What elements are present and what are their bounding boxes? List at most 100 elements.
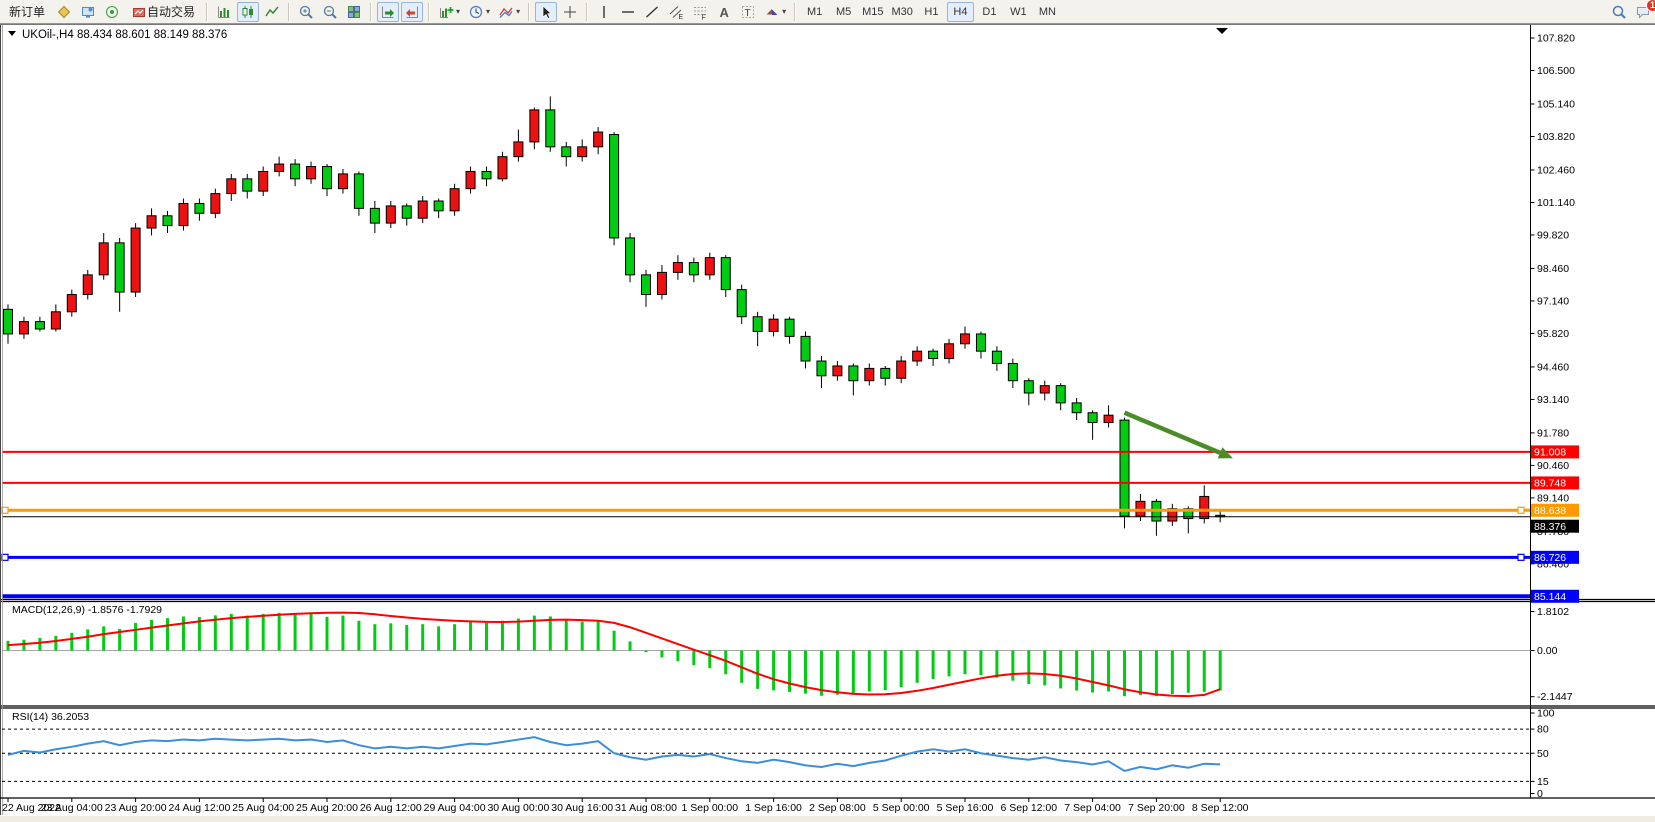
rsi-label: RSI(14) 36.2053	[12, 711, 89, 723]
bear-candle	[737, 290, 746, 317]
time-tick-label: 5 Sep 00:00	[873, 802, 930, 814]
bear-candle	[562, 147, 571, 157]
bear-candle	[482, 171, 491, 178]
macd-histogram-bar	[357, 621, 360, 651]
bull-candle	[147, 216, 156, 228]
macd-histogram-bar	[1171, 651, 1174, 695]
macd-histogram-bar	[86, 629, 89, 650]
macd-histogram-bar	[756, 651, 759, 689]
price-tick-label: 105.140	[1537, 98, 1575, 110]
price-tick-label: 99.820	[1537, 229, 1569, 241]
time-tick-label: 2 Sep 08:00	[809, 802, 866, 814]
macd-histogram-bar	[708, 651, 711, 669]
hline-handle[interactable]	[1518, 554, 1524, 560]
macd-histogram-bar	[1219, 651, 1222, 691]
bull-candle	[530, 110, 539, 142]
macd-histogram-bar	[421, 624, 424, 650]
macd-histogram-bar	[182, 616, 185, 650]
bull-candle	[275, 164, 284, 171]
bear-candle	[434, 201, 443, 211]
bear-candle	[1008, 363, 1017, 380]
macd-histogram-bar	[1075, 651, 1078, 691]
price-tick-label: 106.500	[1537, 65, 1575, 77]
rsi-tick-label: 50	[1537, 748, 1549, 760]
macd-histogram-bar	[916, 651, 919, 683]
macd-histogram-bar	[469, 622, 472, 650]
macd-histogram-bar	[341, 616, 344, 651]
bear-candle	[976, 334, 985, 351]
bull-candle	[1040, 386, 1049, 393]
macd-histogram-bar	[1043, 651, 1046, 686]
bear-candle	[785, 319, 794, 336]
macd-histogram-bar	[645, 651, 648, 653]
macd-histogram-bar	[294, 615, 297, 651]
hline-handle[interactable]	[1518, 507, 1524, 513]
bull-candle	[1136, 501, 1145, 516]
bull-candle	[945, 344, 954, 359]
macd-histogram-bar	[948, 651, 951, 677]
macd-histogram-bar	[1059, 651, 1062, 689]
time-tick-label: 5 Sep 16:00	[937, 802, 994, 814]
bear-candle	[402, 206, 411, 218]
bull-candle	[1200, 496, 1209, 518]
time-tick-label: 26 Aug 12:00	[360, 802, 422, 814]
bear-candle	[35, 322, 44, 329]
time-tick-label: 7 Sep 20:00	[1128, 802, 1185, 814]
macd-histogram-bar	[565, 620, 568, 650]
bear-candle	[626, 238, 635, 275]
macd-histogram-bar	[389, 623, 392, 650]
macd-histogram-bar	[38, 638, 41, 650]
macd-histogram-bar	[278, 613, 281, 651]
price-tick-label: 91.780	[1537, 427, 1569, 439]
bull-candle	[51, 312, 60, 329]
price-label-text: 89.748	[1534, 478, 1566, 490]
time-tick-label: 8 Sep 12:00	[1192, 802, 1249, 814]
macd-histogram-bar	[1155, 651, 1158, 697]
time-tick-label: 1 Sep 00:00	[681, 802, 738, 814]
time-tick-label: 29 Aug 04:00	[424, 802, 486, 814]
mt4-terminal: 新订单自动交易▾▾▾EFAT▾M1M5M15M30H1H4D1W1MN1 107…	[0, 0, 1655, 822]
macd-histogram-bar	[1203, 651, 1206, 692]
macd-histogram-bar	[54, 636, 57, 651]
bull-candle	[99, 243, 108, 275]
bull-candle	[833, 366, 842, 376]
macd-label: MACD(12,26,9) -1.8576 -1.7929	[12, 604, 162, 616]
bear-candle	[115, 243, 124, 292]
bull-candle	[673, 263, 682, 273]
bull-candle	[913, 351, 922, 361]
macd-histogram-bar	[166, 618, 169, 650]
macd-histogram-bar	[581, 622, 584, 651]
price-label-text: 86.726	[1534, 552, 1566, 564]
bear-candle	[817, 361, 826, 376]
price-tick-label: 89.140	[1537, 492, 1569, 504]
macd-histogram-bar	[692, 651, 695, 666]
macd-histogram-bar	[1011, 651, 1014, 681]
bear-candle	[546, 110, 555, 147]
macd-histogram-bar	[1139, 651, 1142, 695]
macd-histogram-bar	[884, 651, 887, 691]
symbol-period-label: UKOil-,H4 88.434 88.601 88.149 88.376	[22, 29, 227, 41]
chart-title: UKOil-,H4 88.434 88.601 88.149 88.376	[8, 29, 227, 41]
price-label-text: 88.376	[1534, 521, 1566, 533]
bear-candle	[1072, 403, 1081, 413]
bear-candle	[243, 179, 252, 191]
macd-histogram-bar	[230, 614, 233, 651]
macd-histogram-bar	[676, 651, 679, 662]
time-tick-label: 24 Aug 12:00	[168, 802, 230, 814]
hline-handle[interactable]	[2, 507, 8, 513]
bear-candle	[689, 263, 698, 275]
bull-candle	[705, 258, 714, 275]
price-tick-label: 103.820	[1537, 131, 1575, 143]
price-tick-label: 101.140	[1537, 197, 1575, 209]
hline-handle[interactable]	[2, 554, 8, 560]
time-tick-label: 30 Aug 16:00	[551, 802, 613, 814]
macd-histogram-bar	[613, 631, 616, 651]
rsi-tick-label: 15	[1537, 776, 1549, 788]
macd-histogram-bar	[900, 651, 903, 688]
bull-candle	[897, 361, 906, 378]
bull-candle	[83, 275, 92, 295]
macd-tick-label: -2.1447	[1537, 691, 1573, 703]
chart-background	[0, 24, 1655, 822]
time-tick-label: 30 Aug 00:00	[487, 802, 549, 814]
price-tick-label: 102.460	[1537, 164, 1575, 176]
